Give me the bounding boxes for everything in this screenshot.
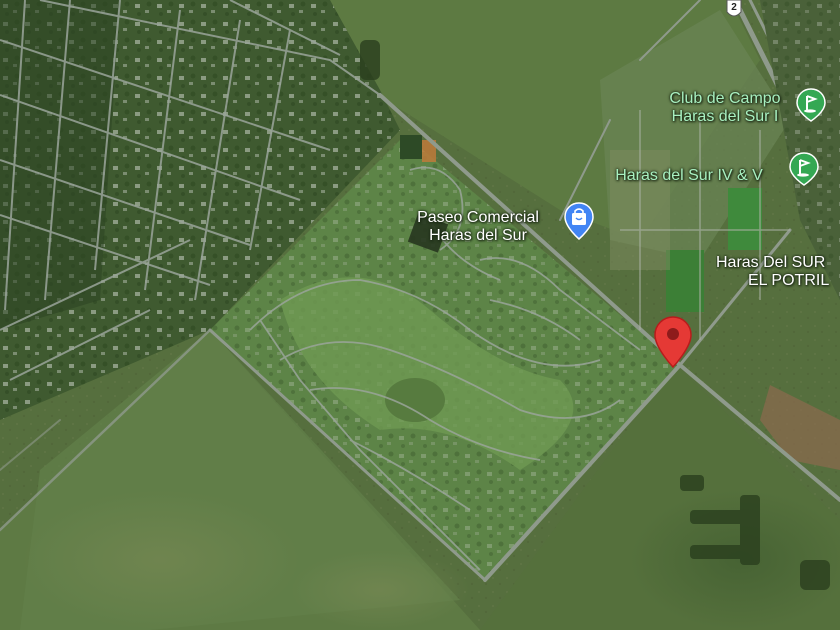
poi-label-club-de-campo[interactable]: Club de Campo Haras del Sur I bbox=[640, 90, 810, 126]
golf-icon[interactable] bbox=[789, 152, 819, 186]
shopping-bag-icon[interactable] bbox=[564, 202, 594, 240]
poi-label-line: Haras Del SUR bbox=[716, 254, 826, 271]
poi-label-el-potril[interactable]: Haras Del SUR EL POTRIL bbox=[716, 254, 840, 290]
location-pin-icon[interactable] bbox=[653, 315, 693, 369]
poi-label-line: Paseo Comercial bbox=[417, 209, 539, 226]
poi-label-paseo-comercial[interactable]: Paseo Comercial Haras del Sur bbox=[392, 209, 564, 245]
poi-label-line: Haras del Sur IV & V bbox=[615, 167, 763, 184]
golf-icon[interactable] bbox=[796, 88, 826, 122]
poi-label-haras-iv-v[interactable]: Haras del Sur IV & V bbox=[594, 167, 784, 185]
route-shield: 2 bbox=[726, 0, 742, 20]
poi-label-line: Haras del Sur I bbox=[671, 108, 779, 125]
route-number: 2 bbox=[731, 2, 737, 13]
poi-label-line: EL POTRIL bbox=[748, 272, 830, 289]
map-canvas[interactable]: 2 Club de Campo Haras del Sur I Haras de… bbox=[0, 0, 840, 630]
poi-label-line: Haras del Sur bbox=[429, 227, 527, 244]
poi-label-line: Club de Campo bbox=[669, 90, 781, 107]
